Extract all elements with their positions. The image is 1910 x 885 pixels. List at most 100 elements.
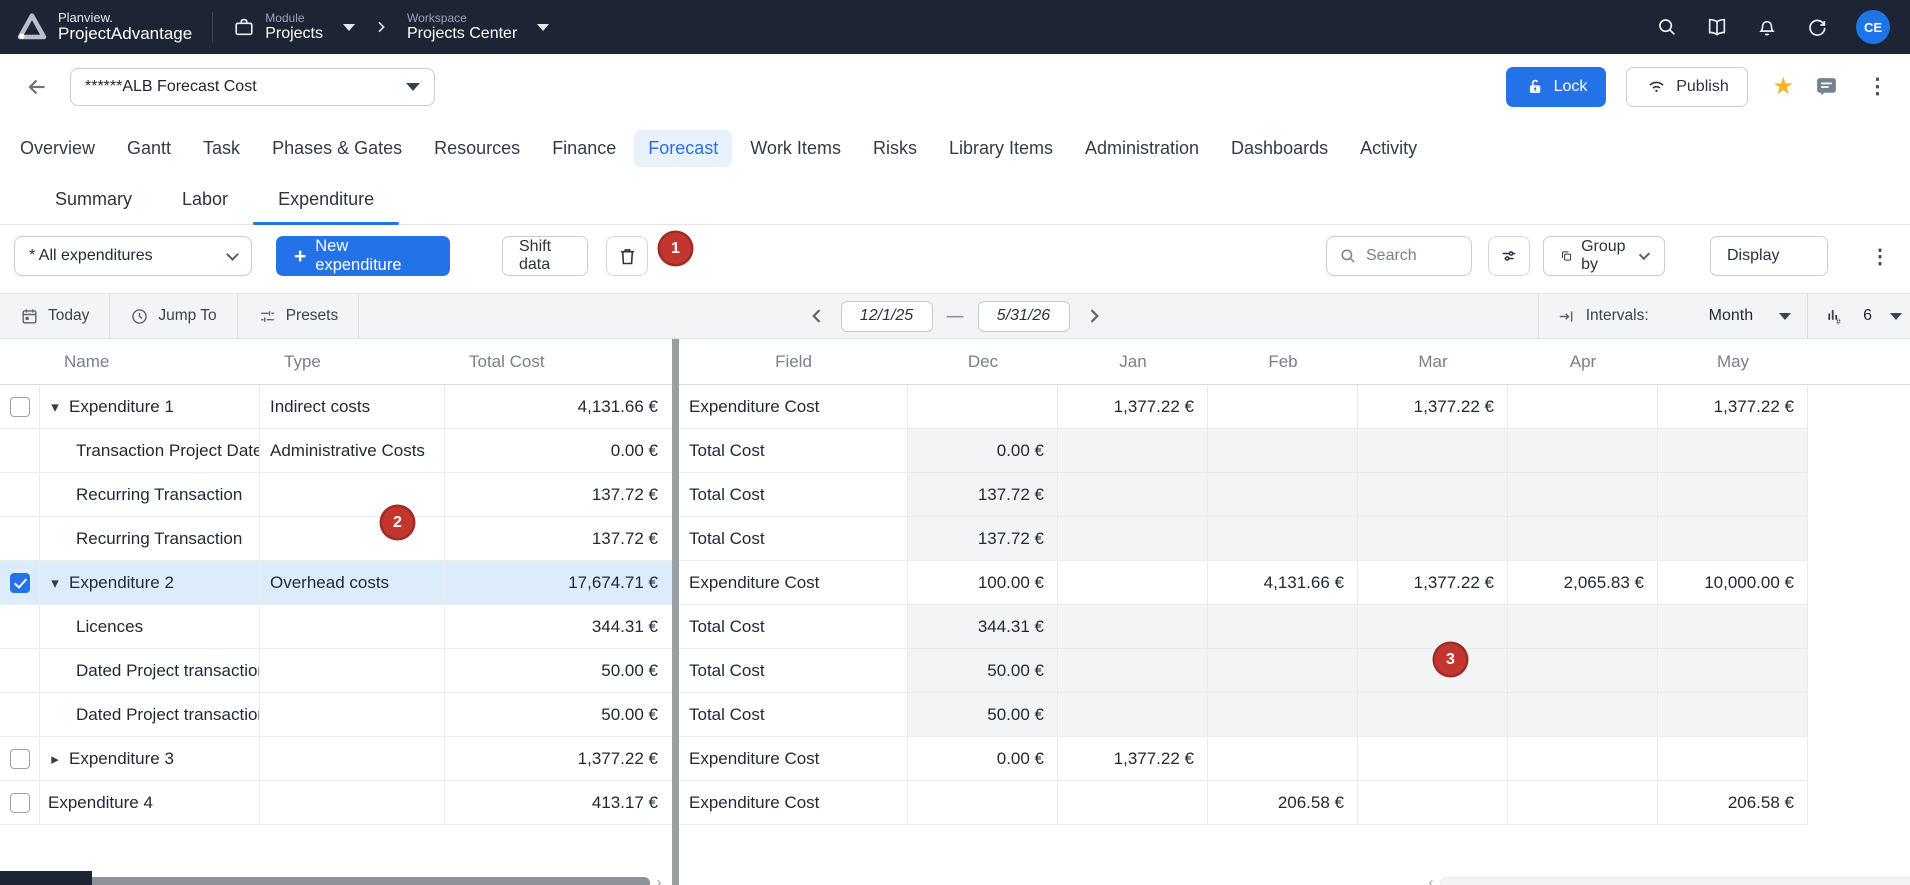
column-header-total-cost[interactable]: Total Cost [445, 352, 672, 372]
more-toolbar-options-icon[interactable]: ⋮ [1870, 244, 1890, 269]
delete-button[interactable] [606, 236, 648, 276]
month-value-cell[interactable]: 50.00 € [908, 649, 1058, 693]
display-button[interactable]: Display [1710, 236, 1828, 276]
search-input[interactable]: Search [1326, 236, 1472, 276]
month-value-cell[interactable] [1058, 473, 1208, 517]
pane-splitter[interactable] [672, 339, 679, 885]
month-value-cell[interactable]: 206.58 € [1208, 781, 1358, 825]
row-checkbox[interactable] [10, 793, 30, 813]
month-value-cell[interactable] [1208, 429, 1358, 473]
user-avatar[interactable]: CE [1856, 10, 1890, 44]
tab-administration[interactable]: Administration [1071, 130, 1213, 167]
month-value-cell[interactable]: 1,377.22 € [1058, 385, 1208, 429]
comments-icon[interactable] [1814, 74, 1839, 99]
month-value-cell[interactable] [1358, 429, 1508, 473]
scrollbar-track[interactable] [1440, 877, 1910, 885]
scroll-right-icon[interactable]: › [652, 876, 666, 885]
presets-button[interactable]: Presets [238, 294, 359, 338]
expenditure-filter-select[interactable]: * All expenditures [14, 236, 252, 276]
shift-data-button[interactable]: Shift data [502, 236, 588, 276]
month-value-cell[interactable] [1658, 429, 1808, 473]
month-value-cell[interactable]: 344.31 € [908, 605, 1058, 649]
table-row-left[interactable]: Recurring Transaction137.72 € [0, 473, 672, 517]
table-row-left[interactable]: Dated Project transaction50.00 € [0, 693, 672, 737]
month-value-cell[interactable] [1508, 737, 1658, 781]
column-header-name[interactable]: Name [40, 352, 260, 372]
table-row-left[interactable]: ▾Expenditure 1Indirect costs4,131.66 € [0, 385, 672, 429]
table-row-left[interactable]: Licences344.31 € [0, 605, 672, 649]
table-row-months[interactable]: Total Cost137.72 € [679, 517, 1910, 561]
table-row-left[interactable]: ▸Expenditure 31,377.22 € [0, 737, 672, 781]
month-value-cell[interactable] [1508, 473, 1658, 517]
project-title-combobox[interactable]: ******ALB Forecast Cost [70, 68, 435, 106]
column-header-may[interactable]: May [1658, 352, 1808, 372]
column-header-field[interactable]: Field [679, 352, 908, 372]
table-row-months[interactable]: Total Cost50.00 € [679, 693, 1910, 737]
back-button[interactable] [22, 72, 52, 102]
tab-phases-gates[interactable]: Phases & Gates [258, 130, 416, 167]
month-value-cell[interactable] [1358, 605, 1508, 649]
month-value-cell[interactable] [908, 385, 1058, 429]
month-value-cell[interactable] [1658, 649, 1808, 693]
month-value-cell[interactable] [1208, 693, 1358, 737]
table-row-left[interactable]: Dated Project transaction50.00 € [0, 649, 672, 693]
month-value-cell[interactable] [1358, 649, 1508, 693]
month-value-cell[interactable]: 137.72 € [908, 473, 1058, 517]
scrollbar-thumb[interactable] [18, 877, 650, 885]
month-value-cell[interactable] [1058, 517, 1208, 561]
month-value-cell[interactable] [1058, 561, 1208, 605]
scroll-left-icon[interactable]: ‹ [1424, 876, 1438, 885]
tab-resources[interactable]: Resources [420, 130, 534, 167]
tab-dashboards[interactable]: Dashboards [1217, 130, 1342, 167]
month-value-cell[interactable] [1508, 781, 1658, 825]
month-value-cell[interactable]: 1,377.22 € [1658, 385, 1808, 429]
month-value-cell[interactable] [1358, 517, 1508, 561]
month-value-cell[interactable] [1208, 605, 1358, 649]
tab-risks[interactable]: Risks [859, 130, 931, 167]
month-value-cell[interactable]: 137.72 € [908, 517, 1058, 561]
month-value-cell[interactable] [1508, 429, 1658, 473]
month-value-cell[interactable]: 0.00 € [908, 429, 1058, 473]
row-checkbox[interactable] [10, 397, 30, 417]
today-button[interactable]: Today [0, 294, 109, 338]
expand-toggle-icon[interactable]: ▸ [48, 750, 62, 768]
date-from-input[interactable]: 12/1/25 [841, 301, 933, 332]
month-value-cell[interactable]: 4,131.66 € [1208, 561, 1358, 605]
filter-button[interactable] [1488, 236, 1530, 276]
interval-unit-select[interactable]: Month [1663, 307, 1807, 325]
left-horizontal-scrollbar[interactable]: ‹ › [2, 875, 666, 885]
interval-count-select[interactable]: # 6 [1807, 294, 1910, 338]
month-value-cell[interactable] [1208, 473, 1358, 517]
month-value-cell[interactable] [1658, 693, 1808, 737]
month-value-cell[interactable] [1358, 473, 1508, 517]
table-row-months[interactable]: Expenditure Cost100.00 €4,131.66 €1,377.… [679, 561, 1910, 605]
table-row-months[interactable]: Expenditure Cost1,377.22 €1,377.22 €1,37… [679, 385, 1910, 429]
table-row-months[interactable]: Total Cost0.00 € [679, 429, 1910, 473]
subtab-summary[interactable]: Summary [30, 189, 157, 224]
column-header-jan[interactable]: Jan [1058, 352, 1208, 372]
table-row-left[interactable]: ▾Expenditure 2Overhead costs17,674.71 € [0, 561, 672, 605]
module-switcher[interactable]: Module Projects [233, 12, 355, 43]
tab-library-items[interactable]: Library Items [935, 130, 1067, 167]
next-period-chevron-icon[interactable] [1084, 306, 1104, 326]
column-header-apr[interactable]: Apr [1508, 352, 1658, 372]
column-header-feb[interactable]: Feb [1208, 352, 1358, 372]
month-value-cell[interactable] [1358, 693, 1508, 737]
month-value-cell[interactable]: 0.00 € [908, 737, 1058, 781]
expand-toggle-icon[interactable]: ▾ [48, 574, 62, 592]
table-row-months[interactable]: Total Cost344.31 € [679, 605, 1910, 649]
workspace-switcher[interactable]: Workspace Projects Center [407, 12, 549, 43]
month-value-cell[interactable] [1058, 429, 1208, 473]
month-value-cell[interactable]: 1,377.22 € [1358, 561, 1508, 605]
month-value-cell[interactable] [1658, 517, 1808, 561]
tab-gantt[interactable]: Gantt [113, 130, 185, 167]
table-row-left[interactable]: Recurring Transaction137.72 € [0, 517, 672, 561]
month-value-cell[interactable] [1058, 693, 1208, 737]
table-row-left[interactable]: Transaction Project DatedAdministrative … [0, 429, 672, 473]
month-value-cell[interactable] [1658, 473, 1808, 517]
month-value-cell[interactable] [1508, 693, 1658, 737]
month-value-cell[interactable] [1358, 737, 1508, 781]
table-row-left[interactable]: Expenditure 4413.17 € [0, 781, 672, 825]
refresh-icon[interactable] [1806, 16, 1828, 38]
subtab-labor[interactable]: Labor [157, 189, 253, 224]
